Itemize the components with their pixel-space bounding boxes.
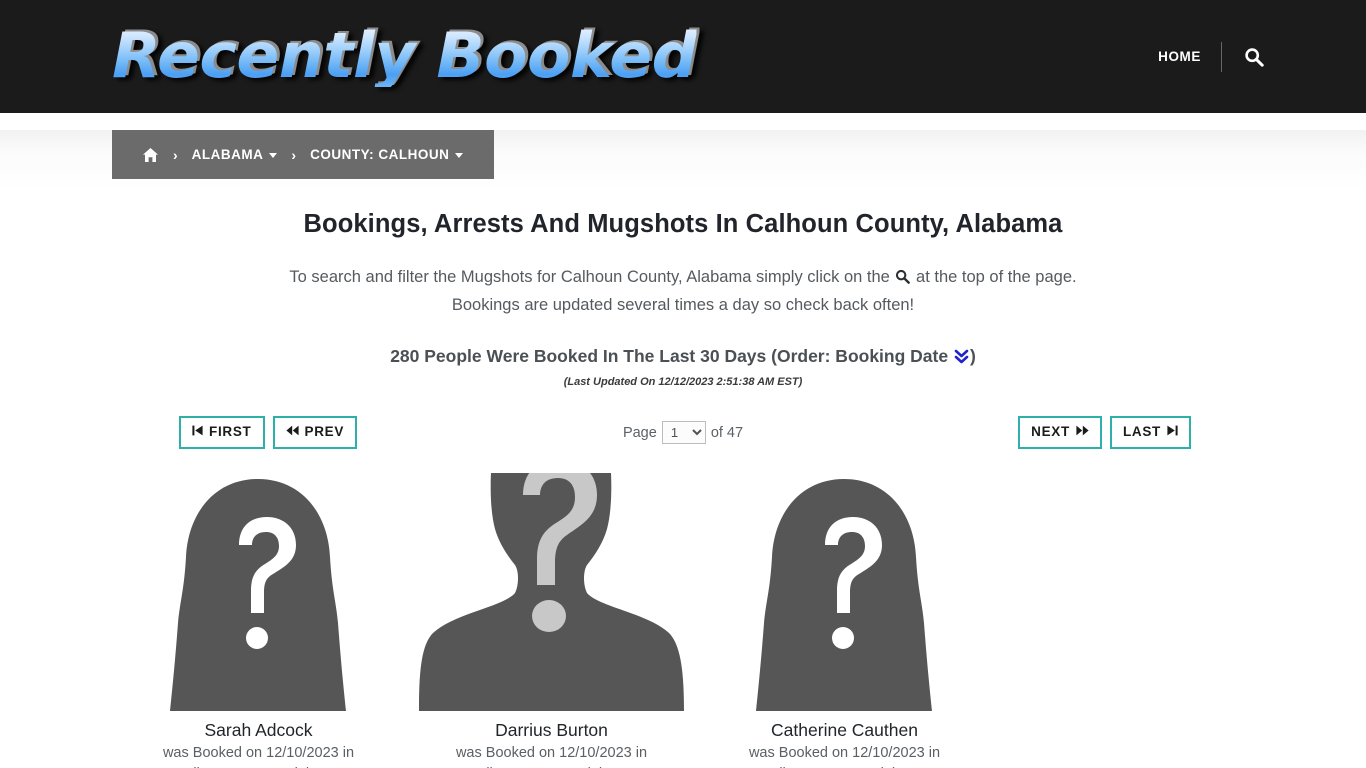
- breadcrumb-item-alabama-label: ALABAMA: [191, 146, 264, 162]
- header-nav: HOME: [1158, 0, 1264, 113]
- last-page-button[interactable]: LAST: [1109, 416, 1191, 449]
- page-select[interactable]: 12345: [661, 421, 706, 445]
- card-person-name: Darrius Burton: [495, 719, 608, 740]
- page-description: To search and filter the Mugshots for Ca…: [243, 264, 1123, 318]
- breadcrumb-item-alabama[interactable]: ALABAMA: [192, 148, 278, 162]
- prev-page-button[interactable]: PREV: [272, 416, 358, 449]
- female-silhouette-icon: [756, 478, 932, 711]
- logo-text: Recently Booked: [112, 19, 697, 92]
- search-icon[interactable]: [1222, 47, 1264, 67]
- last-page-label: LAST: [1122, 424, 1161, 440]
- mugshot-image-link[interactable]: [698, 472, 991, 711]
- page-description-part2: at the top of the page.: [916, 267, 1077, 286]
- mugshot-card: Sarah Adcock was Booked on 12/10/2023 in…: [112, 472, 405, 768]
- breadcrumb: › ALABAMA › COUNTY: CALHOUN: [112, 130, 494, 179]
- card-person-name: Sarah Adcock: [204, 719, 313, 740]
- home-icon[interactable]: [142, 147, 159, 163]
- skip-to-end-icon: [1167, 425, 1178, 439]
- fast-forward-icon: [1076, 425, 1089, 439]
- female-silhouette-icon: [170, 478, 346, 711]
- next-page-button[interactable]: NEXT: [1018, 416, 1102, 449]
- page-body: › ALABAMA › COUNTY: CALHOUN Bookings, Ar…: [0, 130, 1366, 768]
- card-booking-line1: was Booked on 12/10/2023 in: [748, 744, 941, 761]
- breadcrumb-item-county-label: COUNTY: CALHOUN: [310, 146, 450, 162]
- search-icon: [895, 266, 911, 292]
- mugshot-card-grid: Sarah Adcock was Booked on 12/10/2023 in…: [112, 472, 1254, 768]
- nav-home-link[interactable]: HOME: [1158, 50, 1221, 64]
- pagination-right-group: NEXT LAST: [1018, 416, 1191, 449]
- rewind-icon: [285, 425, 299, 439]
- chevron-down-icon: [455, 152, 464, 158]
- page-word-label: Page: [622, 424, 657, 441]
- next-page-label: NEXT: [1031, 424, 1070, 440]
- breadcrumb-separator-2: ›: [291, 146, 297, 163]
- pagination-left-group: FIRST PREV: [179, 416, 358, 449]
- breadcrumb-item-county[interactable]: COUNTY: CALHOUN: [310, 146, 464, 162]
- mugshot-card: Darrius Burton was Booked on 12/10/2023 …: [405, 472, 698, 768]
- mugshot-card: Catherine Cauthen was Booked on 12/10/20…: [698, 472, 991, 768]
- card-booking-line1: was Booked on 12/10/2023 in: [162, 744, 355, 761]
- booking-count-suffix: ): [969, 345, 976, 366]
- skip-to-start-icon: [192, 425, 203, 439]
- total-pages-label: of 47: [710, 424, 744, 441]
- page-description-line2: Bookings are updated several times a day…: [451, 295, 915, 314]
- last-updated-text: (Last Updated On 12/12/2023 2:51:38 AM E…: [563, 375, 803, 388]
- mugshot-image-link[interactable]: [112, 472, 405, 711]
- mugshot-image-link[interactable]: [405, 472, 698, 711]
- male-silhouette-icon: [419, 472, 684, 711]
- site-logo[interactable]: Recently Booked: [112, 14, 697, 98]
- content-container: › ALABAMA › COUNTY: CALHOUN Bookings, Ar…: [112, 130, 1254, 768]
- first-page-label: FIRST: [209, 424, 252, 440]
- chevron-down-icon: [269, 152, 278, 158]
- first-page-button[interactable]: FIRST: [179, 416, 265, 449]
- prev-page-label: PREV: [304, 424, 345, 440]
- card-booking-line1: was Booked on 12/10/2023 in: [455, 744, 648, 761]
- page-title: Bookings, Arrests And Mugshots In Calhou…: [303, 210, 1063, 238]
- booking-count-line: 280 People Were Booked In The Last 30 Da…: [112, 346, 1254, 370]
- booking-count-text: 280 People Were Booked In The Last 30 Da…: [390, 345, 949, 366]
- card-person-name: Catherine Cauthen: [771, 719, 918, 740]
- double-chevron-down-icon[interactable]: [954, 348, 969, 370]
- page-description-part1: To search and filter the Mugshots for Ca…: [289, 267, 890, 286]
- site-header: Recently Booked HOME: [0, 0, 1366, 113]
- breadcrumb-separator-1: ›: [173, 146, 178, 163]
- pagination: FIRST PREV Page 12345 of 47: [112, 415, 1254, 451]
